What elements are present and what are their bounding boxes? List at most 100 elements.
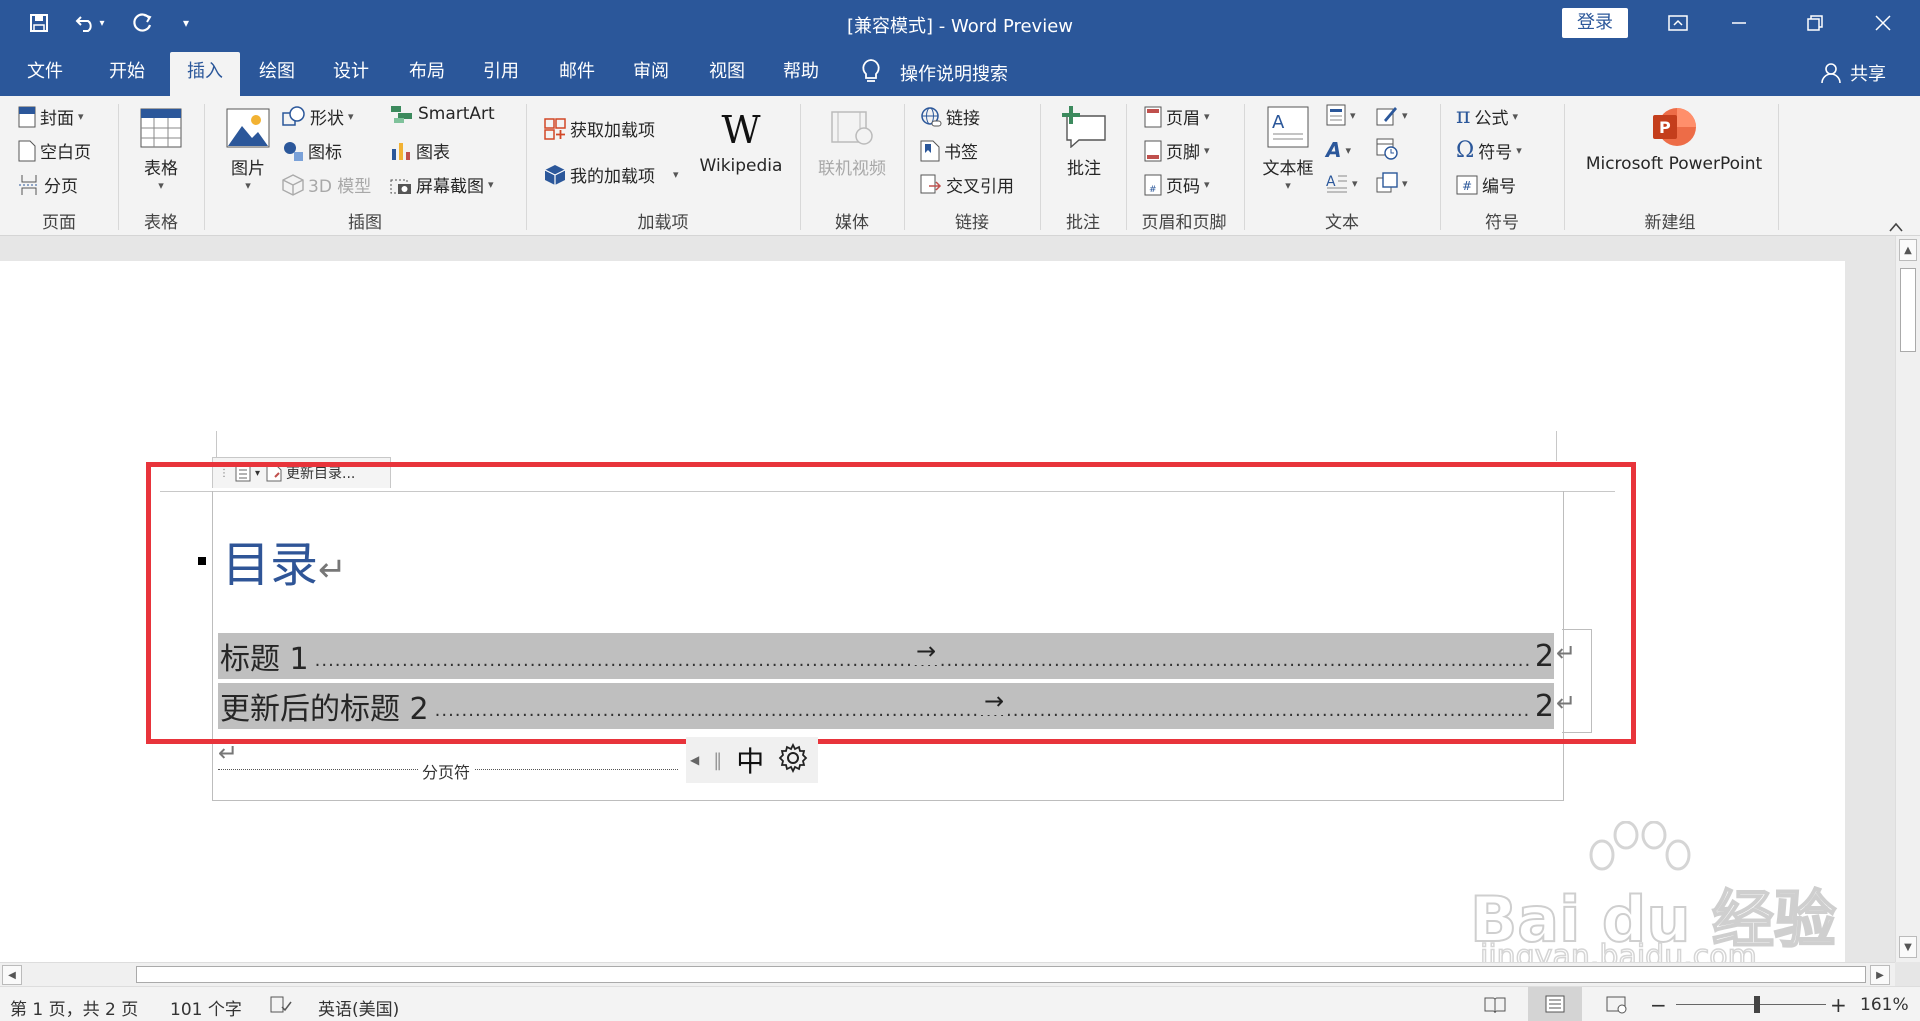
online-video-button[interactable]: 联机视频 [812,108,892,179]
share-button[interactable]: 共享 [1850,60,1886,86]
blank-page-button[interactable]: 空白页 [18,138,91,163]
tab-insert[interactable]: 插入 [170,52,240,96]
header-button[interactable]: 页眉 ▾ [1144,104,1210,129]
number-button[interactable]: # 编号 [1456,172,1516,197]
print-layout-button[interactable] [1528,987,1582,1021]
wikipedia-icon: W [721,108,761,152]
ime-toolbar[interactable]: ◀ ‖ 中 [686,737,818,783]
signature-pen-icon [1376,107,1397,126]
ime-collapse-icon[interactable]: ◀ [690,753,699,767]
svg-text:A: A [1272,112,1285,133]
print-layout-icon [1545,995,1565,1013]
ribbon-display-options-icon[interactable] [1655,6,1701,40]
quick-parts-button[interactable]: ▾ [1326,104,1356,126]
tab-layout[interactable]: 布局 [396,52,458,96]
get-addins-button[interactable]: 获取加载项 [544,116,655,141]
vertical-scrollbar[interactable]: ▲ ▼ [1895,236,1920,962]
scroll-right-icon[interactable]: ▶ [1870,965,1890,985]
powerpoint-icon: P [1653,108,1696,146]
tab-design[interactable]: 设计 [320,52,382,96]
tab-home[interactable]: 开始 [96,52,158,96]
horizontal-scrollbar[interactable]: ◀ ▶ [0,962,1895,986]
scroll-up-icon[interactable]: ▲ [1899,239,1917,261]
page-number-icon: # [1144,174,1162,195]
ime-mode-toggle[interactable]: 中 [736,740,764,780]
restore-icon[interactable] [1792,6,1838,40]
collapse-ribbon-icon[interactable] [1888,218,1904,232]
tab-view[interactable]: 视图 [696,52,758,96]
chart-button[interactable]: 图表 [390,138,450,163]
equation-button[interactable]: π 公式 ▾ [1456,104,1518,129]
page-break-icon [19,174,39,195]
group-label-illustrations: 插图 [348,213,382,233]
powerpoint-button[interactable]: P Microsoft PowerPoint [1574,106,1774,174]
lightbulb-icon[interactable] [860,58,884,84]
tab-help[interactable]: 帮助 [770,52,832,96]
footer-button[interactable]: 页脚 ▾ [1144,138,1210,163]
shapes-button[interactable]: 形状 ▾ [282,104,354,129]
group-label-addins: 加载项 [637,213,689,233]
icons-icon [284,141,303,161]
scroll-left-icon[interactable]: ◀ [2,965,22,985]
tab-review[interactable]: 审阅 [620,52,682,96]
textbox-icon: A [1267,106,1309,148]
login-button[interactable]: 登录 [1562,8,1628,38]
calendar-clock-icon [1376,138,1398,160]
zoom-slider-thumb[interactable] [1754,996,1760,1013]
smartart-button[interactable]: SmartArt [390,104,495,124]
3d-models-button[interactable]: 3D 模型 [282,172,371,197]
word-count[interactable]: 101 个字 [170,995,242,1020]
page-number-button[interactable]: # 页码 ▾ [1144,172,1210,197]
object-button[interactable]: ▾ [1376,172,1408,194]
close-icon[interactable] [1860,6,1906,40]
icons-button[interactable]: 图标 [282,138,342,163]
globe-link-icon [921,106,942,126]
zoom-in-button[interactable]: + [1830,993,1847,1017]
drop-cap-button[interactable]: A ▾ [1326,172,1358,194]
vertical-scroll-thumb[interactable] [1900,268,1916,352]
tab-mailings[interactable]: 邮件 [546,52,608,96]
table-button[interactable]: 表格 ▾ [134,108,188,192]
signature-line-button[interactable]: ▾ [1376,104,1408,126]
web-layout-icon[interactable] [1606,996,1628,1019]
zoom-level[interactable]: 161% [1860,995,1909,1015]
document-area[interactable]: ⋮ ▾ 更新目录... 目录↵ 标题 1 ...................… [0,236,1895,962]
proofing-icon[interactable] [270,996,292,1019]
pictures-button[interactable]: 图片 ▾ [222,108,274,192]
minimize-icon[interactable] [1716,6,1762,40]
tab-file[interactable]: 文件 [14,52,76,96]
wikipedia-button[interactable]: W Wikipedia [696,110,786,176]
cover-page-button[interactable]: 封面 ▾ [18,104,84,129]
link-button[interactable]: 链接 [920,104,980,129]
camera-icon [390,179,411,194]
page-break-button[interactable]: 分页 [18,172,78,197]
number-icon: # [1456,175,1478,194]
screenshot-button[interactable]: 屏幕截图 ▾ [390,172,494,197]
window-title: [兼容模式] - Word Preview [846,16,1074,37]
page-count[interactable]: 第 1 页，共 2 页 [10,995,138,1020]
person-icon[interactable] [1820,62,1842,84]
group-label-links: 链接 [955,213,989,233]
horizontal-scroll-thumb[interactable] [136,966,1866,983]
tab-references[interactable]: 引用 [470,52,532,96]
comment-button[interactable]: 批注 [1056,106,1112,179]
wordart-button[interactable]: A ▾ [1326,138,1351,162]
document-page[interactable]: ⋮ ▾ 更新目录... 目录↵ 标题 1 ...................… [0,261,1845,962]
symbol-button[interactable]: Ω 符号 ▾ [1456,138,1522,163]
bookmark-button[interactable]: 书签 [920,138,978,163]
textbox-button[interactable]: A 文本框 ▾ [1256,106,1320,192]
page-break-label: 分页符 [418,759,475,783]
cross-reference-button[interactable]: 交叉引用 [920,172,1014,197]
pi-icon: π [1456,104,1471,129]
my-addins-button[interactable]: 我的加载项 ▾ [544,162,679,187]
tab-draw[interactable]: 绘图 [246,52,308,96]
date-time-button[interactable] [1376,138,1398,160]
tell-me-search[interactable]: 操作说明搜索 [900,60,1008,86]
scroll-down-icon[interactable]: ▼ [1899,936,1917,958]
zoom-slider[interactable] [1676,1004,1826,1005]
gear-icon[interactable] [778,742,808,777]
zoom-out-button[interactable]: − [1650,993,1667,1017]
read-mode-icon[interactable] [1484,996,1506,1019]
language-indicator[interactable]: 英语(美国) [318,995,399,1020]
bar-chart-icon [392,142,410,160]
